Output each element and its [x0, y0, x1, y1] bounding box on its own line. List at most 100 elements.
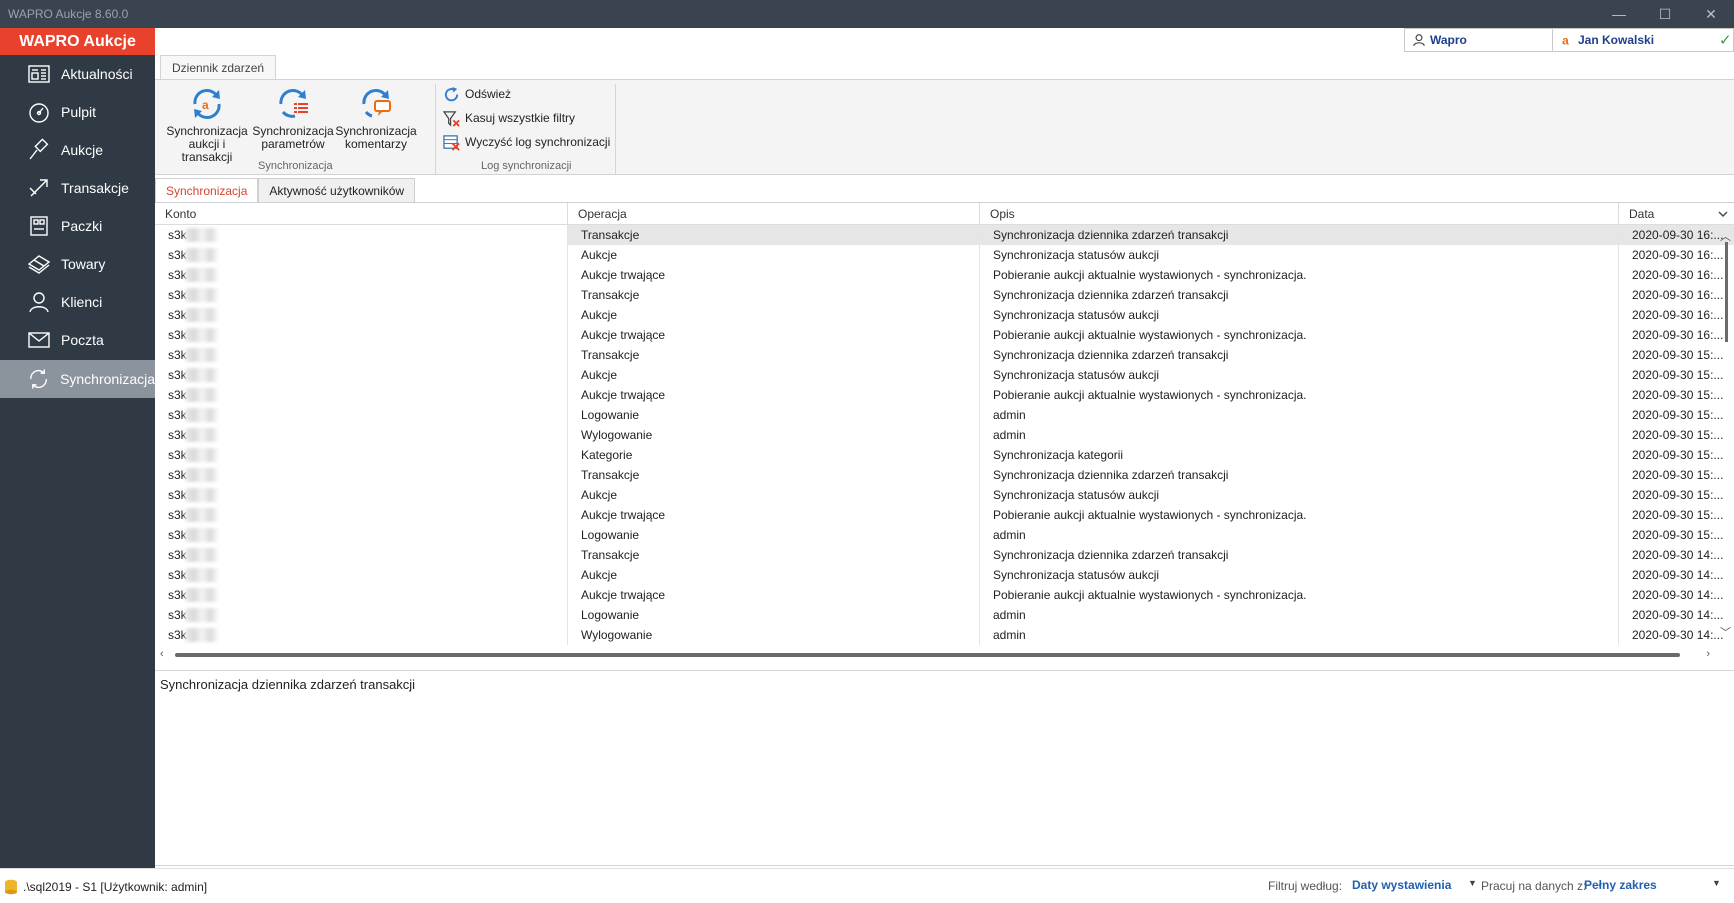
- table-row[interactable]: s3k Aukcje trwające Pobieranie aukcji aktu…: [155, 265, 1734, 285]
- scroll-down-icon[interactable]: ﹀: [1720, 624, 1731, 640]
- sidebar-item-label: Pulpit: [61, 104, 97, 120]
- ribbon-tab-dziennik[interactable]: Dziennik zdarzeń: [160, 55, 277, 79]
- cell-opis: admin: [980, 625, 1619, 645]
- close-button[interactable]: ✕: [1688, 0, 1734, 28]
- grid-header: Konto Operacja Opis Data: [155, 203, 1734, 225]
- cell-operacja: Transakcje: [568, 545, 980, 565]
- cell-operacja: Aukcje: [568, 365, 980, 385]
- sidebar-item-label: Synchronizacja: [60, 371, 155, 387]
- sidebar-item-aukcje[interactable]: Aukcje: [0, 131, 155, 169]
- cell-data: 2020-09-30 16:...: [1632, 268, 1724, 282]
- scroll-left-icon[interactable]: ‹: [160, 648, 164, 660]
- table-row[interactable]: s3k Aukcje Synchronizacja statusów aukcji 2…: [155, 245, 1734, 265]
- sidebar-item-label: Klienci: [61, 294, 103, 310]
- company-selector[interactable]: Wapro: [1405, 29, 1553, 51]
- sidebar: WAPRO Aukcje Aktualności Pulpit Aukcje T…: [0, 28, 155, 868]
- table-row[interactable]: s3k Kategorie Synchronizacja kategorii 2020…: [155, 445, 1734, 465]
- scope-dropdown[interactable]: Pełny zakres: [1584, 878, 1657, 892]
- cell-operacja: Aukcje trwające: [568, 585, 980, 605]
- redacted-account-blur: [185, 428, 219, 442]
- sidebar-item-towary[interactable]: Towary: [0, 245, 155, 283]
- user-icon: [1413, 34, 1425, 47]
- table-row[interactable]: s3k Transakcje Synchronizacja dziennika zd…: [155, 345, 1734, 365]
- cell-konto: s3k: [155, 405, 568, 425]
- sidebar-item-aktualnosci[interactable]: Aktualności: [0, 55, 155, 93]
- tab-aktywnosc-uzytkownikow[interactable]: Aktywność użytkowników: [258, 178, 416, 202]
- table-row[interactable]: s3k Transakcje Synchronizacja dziennika zd…: [155, 225, 1734, 245]
- cell-data: 2020-09-30 15:...: [1632, 388, 1724, 402]
- table-row[interactable]: s3k Transakcje Synchronizacja dziennika zd…: [155, 545, 1734, 565]
- cell-konto: s3k: [155, 365, 568, 385]
- table-row[interactable]: s3k Logowanie admin 2020-09-30 15:...: [155, 405, 1734, 425]
- sidebar-item-label: Paczki: [61, 218, 103, 234]
- redacted-account-blur: [185, 568, 219, 582]
- cell-opis: Synchronizacja dziennika zdarzeń transak…: [980, 285, 1619, 305]
- column-header-konto[interactable]: Konto: [155, 203, 568, 225]
- column-header-operacja[interactable]: Operacja: [568, 203, 980, 225]
- table-row[interactable]: s3k Aukcje Synchronizacja statusów aukcji 2…: [155, 305, 1734, 325]
- cell-data: 2020-09-30 15:...: [1632, 488, 1724, 502]
- gavel-icon: [29, 138, 49, 160]
- scope-dropdown-icon[interactable]: ▼: [1712, 878, 1721, 888]
- sidebar-item-pulpit[interactable]: Pulpit: [0, 93, 155, 131]
- table-row[interactable]: s3k Aukcje Synchronizacja statusów aukcji 2…: [155, 485, 1734, 505]
- redacted-account-blur: [185, 628, 219, 642]
- sort-desc-icon: [1718, 211, 1728, 217]
- table-row[interactable]: s3k Aukcje Synchronizacja statusów aukcji 2…: [155, 565, 1734, 585]
- sidebar-item-paczki[interactable]: Paczki: [0, 207, 155, 245]
- user-name: Jan Kowalski: [1578, 33, 1655, 47]
- column-header-opis[interactable]: Opis: [980, 203, 1619, 225]
- sidebar-item-klienci[interactable]: Klienci: [0, 283, 155, 321]
- cell-opis: admin: [980, 425, 1619, 445]
- button-label-line2: aukcji i transakcji: [181, 137, 233, 164]
- sync-auctions-button[interactable]: a Synchronizacja aukcji i transakcji: [165, 86, 249, 164]
- sidebar-item-transakcje[interactable]: Transakcje: [0, 169, 155, 207]
- cell-data: 2020-09-30 15:...: [1632, 508, 1724, 522]
- filter-dropdown[interactable]: Daty wystawienia: [1352, 878, 1451, 892]
- table-row[interactable]: s3k Logowanie admin 2020-09-30 15:...: [155, 525, 1734, 545]
- redacted-account-blur: [185, 248, 219, 262]
- cell-operacja: Wylogowanie: [568, 425, 980, 445]
- cell-opis: Pobieranie aukcji aktualnie wystawionych…: [980, 585, 1619, 605]
- maximize-button[interactable]: ☐: [1642, 0, 1688, 28]
- tab-synchronizacja[interactable]: Synchronizacja: [155, 178, 259, 202]
- table-row[interactable]: s3k Aukcje trwające Pobieranie aukcji aktu…: [155, 585, 1734, 605]
- redacted-account-blur: [185, 288, 219, 302]
- company-name: Wapro: [1430, 33, 1467, 47]
- group-label-log: Log synchronizacji: [481, 160, 572, 172]
- cell-data: 2020-09-30 16:...: [1632, 228, 1724, 242]
- sidebar-item-synchronizacja[interactable]: Synchronizacja: [0, 360, 155, 398]
- redacted-account-blur: [185, 588, 219, 602]
- cell-konto: s3k: [155, 265, 568, 285]
- refresh-button[interactable]: Odśwież: [443, 84, 511, 104]
- table-row[interactable]: s3k Aukcje trwające Pobieranie aukcji aktu…: [155, 505, 1734, 525]
- horizontal-scroll-thumb[interactable]: [175, 653, 1680, 657]
- cell-operacja: Aukcje: [568, 305, 980, 325]
- sync-comments-button[interactable]: Synchronizacja komentarzy: [335, 86, 417, 151]
- table-row[interactable]: s3k Transakcje Synchronizacja dziennika zd…: [155, 465, 1734, 485]
- table-row[interactable]: s3k Aukcje trwające Pobieranie aukcji aktu…: [155, 385, 1734, 405]
- table-row[interactable]: s3k Aukcje Synchronizacja statusów aukcji 2…: [155, 365, 1734, 385]
- vertical-scroll-thumb[interactable]: [1725, 242, 1728, 342]
- cell-data: 2020-09-30 15:...: [1632, 428, 1724, 442]
- filter-dropdown-icon[interactable]: ▼: [1468, 878, 1477, 888]
- refresh-label: Odśwież: [465, 87, 512, 101]
- table-row[interactable]: s3k Transakcje Synchronizacja dziennika zd…: [155, 285, 1734, 305]
- table-row[interactable]: s3k Wylogowanie admin 2020-09-30 14:...: [155, 625, 1734, 645]
- sidebar-item-poczta[interactable]: Poczta: [0, 321, 155, 359]
- table-row[interactable]: s3k Logowanie admin 2020-09-30 14:...: [155, 605, 1734, 625]
- sync-parameters-button[interactable]: Synchronizacja parametrów: [252, 86, 334, 151]
- table-row[interactable]: s3k Aukcje trwające Pobieranie aukcji aktu…: [155, 325, 1734, 345]
- scroll-right-icon[interactable]: ›: [1706, 648, 1710, 660]
- clear-log-button[interactable]: Wyczyść log synchronizacji: [443, 132, 610, 152]
- minimize-button[interactable]: —: [1596, 0, 1642, 28]
- cell-operacja: Aukcje: [568, 245, 980, 265]
- column-header-data[interactable]: Data: [1619, 203, 1734, 225]
- account-selector[interactable]: a Jan Kowalski: [1553, 29, 1713, 51]
- cell-data: 2020-09-30 15:...: [1632, 348, 1724, 362]
- table-row[interactable]: s3k Wylogowanie admin 2020-09-30 15:...: [155, 425, 1734, 445]
- cell-data: 2020-09-30 15:...: [1632, 468, 1724, 482]
- news-icon: [28, 65, 50, 83]
- title-bar: WAPRO Aukcje 8.60.0 — ☐ ✕: [0, 0, 1734, 28]
- clear-filters-button[interactable]: Kasuj wszystkie filtry: [443, 108, 575, 128]
